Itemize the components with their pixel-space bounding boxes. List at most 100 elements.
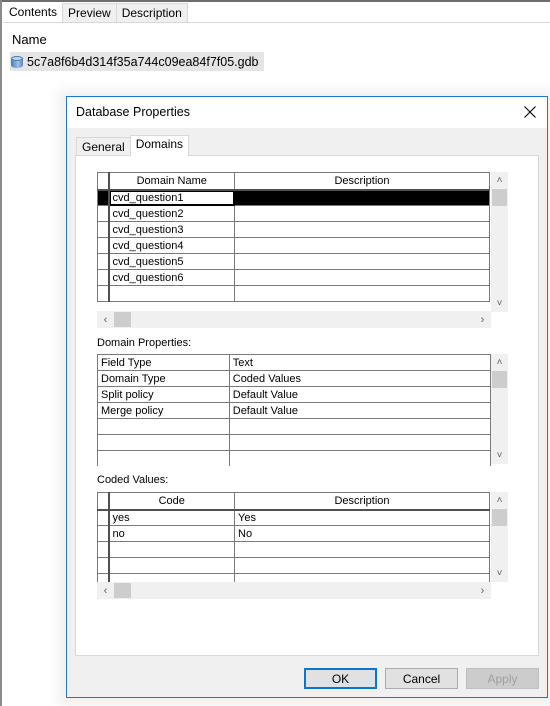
table-row[interactable] <box>97 285 490 302</box>
domain-name-cell[interactable]: cvd_question3 <box>108 221 235 238</box>
code-cell[interactable] <box>108 541 235 558</box>
code-description-cell[interactable]: No <box>234 525 490 542</box>
row-selector[interactable] <box>97 557 110 574</box>
table-row[interactable]: no No <box>97 525 490 542</box>
scroll-left-icon[interactable]: ‹ <box>97 311 114 328</box>
table-row[interactable]: Split policy Default Value <box>97 386 491 403</box>
column-header-code[interactable]: Code <box>108 492 235 511</box>
tab-preview[interactable]: Preview <box>62 3 117 23</box>
property-value-cell[interactable] <box>229 418 491 435</box>
code-description-cell[interactable] <box>234 541 490 558</box>
property-value-cell[interactable]: Default Value <box>229 386 491 403</box>
code-description-cell[interactable] <box>234 557 490 574</box>
domains-vertical-scrollbar[interactable]: ˄ ˅ <box>491 172 508 312</box>
tab-general[interactable]: General <box>76 137 131 156</box>
row-selector[interactable] <box>97 509 110 526</box>
scroll-thumb[interactable] <box>114 312 131 327</box>
tab-contents[interactable]: Contents <box>3 3 64 24</box>
domain-properties-grid[interactable]: Field Type Text Domain Type Coded Values… <box>97 354 491 466</box>
domains-horizontal-scrollbar[interactable]: ‹ › <box>97 311 491 328</box>
table-row[interactable] <box>97 573 490 582</box>
table-row[interactable]: Merge policy Default Value <box>97 402 491 419</box>
table-row[interactable]: yes Yes <box>97 509 490 526</box>
list-item[interactable]: 5c7a8f6b4d314f35a744c09ea84f7f05.gdb <box>10 52 265 71</box>
code-cell[interactable] <box>108 573 235 582</box>
tab-description[interactable]: Description <box>115 3 188 23</box>
property-value-cell[interactable] <box>229 450 491 466</box>
row-selector[interactable] <box>97 189 110 206</box>
table-row[interactable]: cvd_question4 <box>97 237 490 254</box>
domain-name-cell[interactable] <box>108 285 235 302</box>
scroll-thumb[interactable] <box>492 189 507 206</box>
row-selector[interactable] <box>97 573 110 582</box>
table-row[interactable]: cvd_question3 <box>97 221 490 238</box>
cancel-button[interactable]: Cancel <box>385 668 458 689</box>
scroll-down-icon[interactable]: ˅ <box>491 295 508 312</box>
scroll-down-icon[interactable]: ˅ <box>491 447 508 464</box>
property-value-cell[interactable]: Text <box>229 354 491 371</box>
domain-description-cell[interactable] <box>234 189 490 206</box>
domain-description-cell[interactable] <box>234 301 490 302</box>
table-row[interactable]: cvd_question5 <box>97 253 490 270</box>
row-selector[interactable] <box>97 285 110 302</box>
apply-button[interactable]: Apply <box>466 668 539 689</box>
property-value-cell[interactable]: Coded Values <box>229 370 491 387</box>
domains-grid[interactable]: Domain Name Description cvd_question1 cv… <box>97 172 507 302</box>
scroll-up-icon[interactable]: ˄ <box>491 354 508 371</box>
domain-description-cell[interactable] <box>234 285 490 302</box>
domain-description-cell[interactable] <box>234 269 490 286</box>
code-cell[interactable]: yes <box>108 509 235 526</box>
tab-domains[interactable]: Domains <box>129 135 190 156</box>
domain-name-cell[interactable] <box>108 301 235 302</box>
row-selector[interactable] <box>97 525 110 542</box>
code-cell[interactable] <box>108 557 235 574</box>
table-row[interactable]: Domain Type Coded Values <box>97 370 491 387</box>
table-row[interactable] <box>97 541 490 558</box>
coded-values-grid[interactable]: Code Description yes Yes no No <box>97 492 491 582</box>
domain-description-cell[interactable] <box>234 253 490 270</box>
row-selector[interactable] <box>97 237 110 254</box>
property-value-cell[interactable]: Default Value <box>229 402 491 419</box>
column-header-description[interactable]: Description <box>234 172 490 191</box>
scroll-down-icon[interactable]: ˅ <box>491 565 508 582</box>
domain-name-cell[interactable]: cvd_question1 <box>108 189 235 206</box>
code-description-cell[interactable]: Yes <box>234 509 490 526</box>
row-selector[interactable] <box>97 541 110 558</box>
close-button[interactable] <box>517 100 543 124</box>
table-row[interactable] <box>97 557 490 574</box>
scroll-up-icon[interactable]: ˄ <box>491 492 508 509</box>
domain-name-cell[interactable]: cvd_question6 <box>108 269 235 286</box>
row-selector[interactable] <box>97 301 110 302</box>
scroll-up-icon[interactable]: ˄ <box>491 172 508 189</box>
scroll-left-icon[interactable]: ‹ <box>97 582 114 599</box>
table-row[interactable]: Field Type Text <box>97 354 491 371</box>
scroll-thumb[interactable] <box>492 371 507 388</box>
table-row[interactable] <box>97 418 491 435</box>
row-selector[interactable] <box>97 269 110 286</box>
column-header-description[interactable]: Description <box>234 492 490 511</box>
table-row[interactable] <box>97 450 491 466</box>
coded-values-horizontal-scrollbar[interactable]: ‹ › <box>97 582 491 599</box>
coded-values-vertical-scrollbar[interactable]: ˄ ˅ <box>491 492 508 582</box>
code-cell[interactable]: no <box>108 525 235 542</box>
row-selector[interactable] <box>97 221 110 238</box>
domain-description-cell[interactable] <box>234 237 490 254</box>
ok-button[interactable]: OK <box>304 668 377 689</box>
table-row[interactable] <box>97 434 491 451</box>
dialog-titlebar[interactable]: Database Properties <box>67 97 547 128</box>
domain-name-cell[interactable]: cvd_question5 <box>108 253 235 270</box>
row-selector[interactable] <box>97 253 110 270</box>
scroll-thumb[interactable] <box>492 509 507 526</box>
scroll-thumb[interactable] <box>114 583 131 598</box>
properties-vertical-scrollbar[interactable]: ˄ ˅ <box>491 354 508 464</box>
domain-name-cell[interactable]: cvd_question4 <box>108 237 235 254</box>
column-header-domain-name[interactable]: Domain Name <box>108 172 235 191</box>
table-row[interactable]: cvd_question6 <box>97 269 490 286</box>
domain-description-cell[interactable] <box>234 221 490 238</box>
table-row[interactable] <box>97 301 490 302</box>
table-row[interactable]: cvd_question1 <box>97 189 490 206</box>
row-selector[interactable] <box>97 205 110 222</box>
scroll-right-icon[interactable]: › <box>474 311 491 328</box>
property-value-cell[interactable] <box>229 434 491 451</box>
domain-name-cell[interactable]: cvd_question2 <box>108 205 235 222</box>
